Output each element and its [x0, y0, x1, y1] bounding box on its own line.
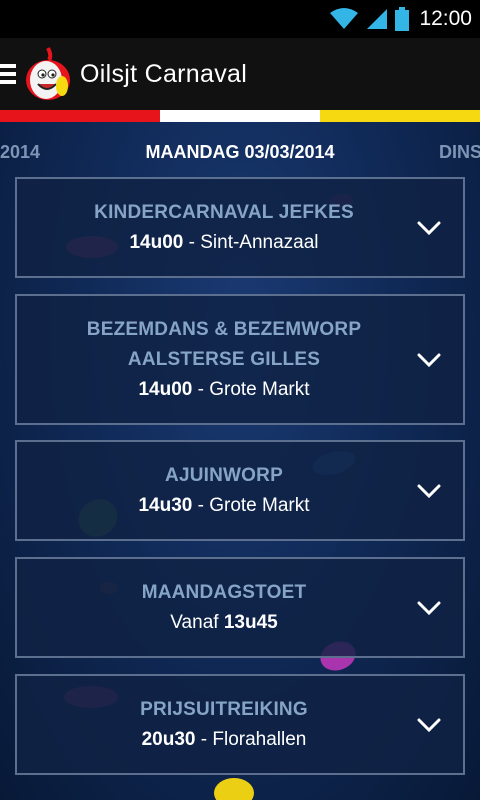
status-time: 12:00 [419, 7, 472, 30]
signal-icon [365, 7, 389, 31]
flag-yellow-stripe [320, 110, 480, 122]
event-location: Florahallen [212, 728, 307, 750]
event-title: PRIJSUITREIKING [140, 698, 308, 720]
chevron-down-icon[interactable] [401, 340, 457, 380]
tab-next-day[interactable]: DINS [439, 142, 480, 163]
battery-icon [395, 7, 410, 31]
event-info: 14u30 - Grote Markt [138, 491, 309, 521]
tab-current-day[interactable]: MAANDAG 03/03/2014 [0, 142, 480, 163]
event-details: AJUINWORP 14u30 - Grote Markt [17, 461, 401, 521]
event-location: Grote Markt [209, 494, 310, 516]
event-info: Vanaf 13u45 [170, 608, 277, 638]
action-bar: Oilsjt Carnaval [0, 38, 480, 110]
onion-logo[interactable] [22, 46, 74, 102]
event-details: PRIJSUITREIKING 20u30 - Florahallen [17, 695, 401, 755]
schedule-view[interactable]: 2014 MAANDAG 03/03/2014 DINS KINDERCARNA… [0, 122, 480, 800]
day-tabs: 2014 MAANDAG 03/03/2014 DINS [0, 140, 480, 166]
confetti-decoration [214, 778, 254, 800]
flag-white-stripe [160, 110, 320, 122]
event-time: 20u30 [141, 728, 196, 750]
chevron-down-icon[interactable] [401, 471, 457, 511]
event-separator: - [183, 231, 201, 253]
menu-icon[interactable] [0, 64, 18, 84]
event-prefix: Vanaf [170, 611, 224, 633]
event-location: Sint-Annazaal [200, 231, 319, 253]
chevron-down-icon[interactable] [401, 588, 457, 628]
event-card[interactable]: KINDERCARNAVAL JEFKES 14u00 - Sint-Annaz… [15, 177, 465, 278]
wifi-icon [329, 7, 359, 31]
chevron-down-icon[interactable] [401, 208, 457, 248]
event-separator: - [195, 728, 213, 750]
event-title: KINDERCARNAVAL JEFKES [94, 201, 354, 223]
event-title: AJUINWORP [165, 464, 283, 486]
event-time: 14u30 [138, 494, 193, 516]
flag-red-stripe [0, 110, 160, 122]
event-details: MAANDAGSTOET Vanaf 13u45 [17, 578, 401, 638]
event-title: MAANDAGSTOET [141, 581, 307, 603]
event-separator: - [192, 378, 210, 400]
status-bar: 12:00 [0, 0, 480, 38]
event-separator: - [192, 494, 210, 516]
app-title: Oilsjt Carnaval [80, 59, 248, 88]
event-info: 20u30 - Florahallen [142, 725, 307, 755]
event-time: 14u00 [129, 231, 184, 253]
event-info: 14u00 - Grote Markt [138, 375, 309, 405]
event-card[interactable]: PRIJSUITREIKING 20u30 - Florahallen [15, 674, 465, 775]
event-title: BEZEMDANS & BEZEMWORP [86, 318, 362, 340]
event-time: 14u00 [138, 378, 193, 400]
event-card[interactable]: MAANDAGSTOET Vanaf 13u45 [15, 557, 465, 658]
event-card[interactable]: AJUINWORP 14u30 - Grote Markt [15, 440, 465, 541]
event-details: BEZEMDANS & BEZEMWORP AALSTERSE GILLES 1… [17, 315, 401, 405]
event-card[interactable]: BEZEMDANS & BEZEMWORP AALSTERSE GILLES 1… [15, 294, 465, 425]
event-time: 13u45 [223, 611, 278, 633]
event-location: Grote Markt [209, 378, 310, 400]
chevron-down-icon[interactable] [401, 705, 457, 745]
event-title-line-2: AALSTERSE GILLES [127, 348, 321, 370]
flag-stripe [0, 110, 480, 122]
event-details: KINDERCARNAVAL JEFKES 14u00 - Sint-Annaz… [17, 198, 401, 258]
event-info: 14u00 - Sint-Annazaal [129, 228, 318, 258]
